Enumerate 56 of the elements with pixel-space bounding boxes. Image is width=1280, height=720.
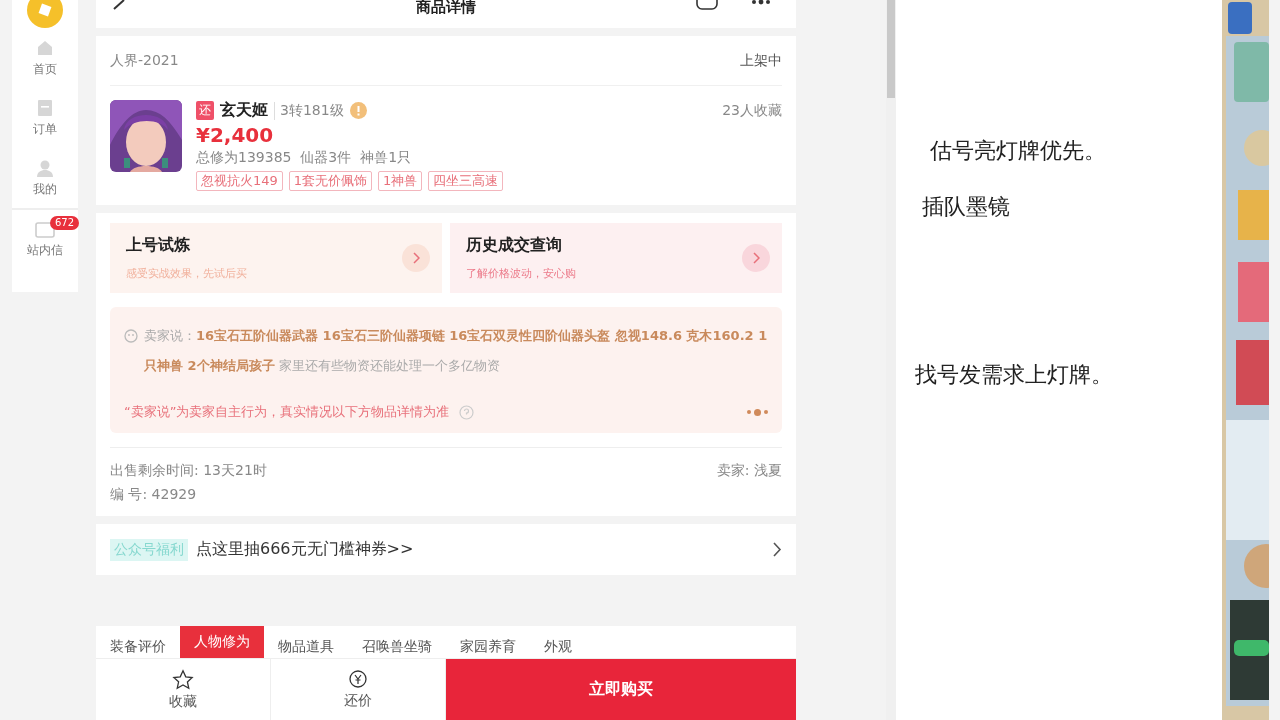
shortcut-title: 历史成交查询 (466, 235, 563, 256)
promo-tag: 公众号福利 (110, 538, 188, 561)
page-dot[interactable] (754, 408, 761, 416)
document-icon (37, 98, 53, 117)
home-icon (36, 38, 54, 57)
remaining-time: 出售剩余时间: 13天21时 (110, 462, 267, 480)
note-text: 估号亮灯牌优先。 (929, 137, 1107, 165)
category-tab[interactable]: 外观 (530, 636, 586, 658)
shortcut-title: 上号试炼 (126, 235, 191, 256)
count-badge: 672 (50, 216, 80, 230)
sidebar-item[interactable]: 首页 (12, 28, 78, 88)
note-text: 插队墨镜 (921, 193, 1011, 221)
server-name: 人界-2021 (110, 51, 179, 70)
character-name: 玄天姬 (220, 100, 268, 121)
character-level: 3转181级 (274, 101, 344, 120)
page-dot[interactable] (747, 410, 751, 414)
shortcut-card[interactable]: 上号试炼 感受实战效果，先试后买 (110, 223, 442, 293)
logo-icon[interactable] (25, 0, 65, 28)
disclaimer-text: “卖家说”为卖家自主行为，真实情况以下方物品详情为准 (124, 403, 450, 421)
return-tag: 还 (196, 101, 214, 120)
category-tab[interactable]: 人物修为 (180, 626, 264, 658)
sidebar-item[interactable]: 我的 (12, 148, 78, 208)
listing-status: 上架中 (740, 51, 782, 70)
category-tab[interactable]: 召唤兽坐骑 (348, 636, 446, 658)
favorite-count: 23人收藏 (722, 101, 782, 120)
feature-tag: 忽视抗火149 (196, 171, 283, 191)
serial-number: 编 号: 42929 (110, 486, 198, 504)
note-text: 找号发需求上灯牌。 (914, 361, 1114, 389)
user-icon (36, 158, 54, 177)
help-icon[interactable] (459, 404, 475, 420)
buy-now-button[interactable]: 立即购买 (446, 659, 796, 720)
promo-text: 点这里抽666元无门槛神券>> (196, 539, 415, 560)
yen-icon (348, 669, 368, 690)
back-icon[interactable] (112, 0, 126, 10)
seller-name[interactable]: 卖家: 浅夏 (716, 462, 782, 480)
price: ¥2,400 (196, 123, 275, 147)
chevron-icon[interactable] (773, 542, 782, 557)
chat-icon (124, 329, 138, 343)
share-icon[interactable] (696, 0, 718, 10)
category-tab[interactable]: 家园养育 (446, 636, 530, 658)
star-icon (172, 668, 194, 691)
shortcut-subtitle: 感受实战效果，先试后买 (126, 267, 247, 280)
feature-tag: 1套无价佩饰 (288, 171, 373, 191)
sidebar-item[interactable]: 订单 (12, 88, 78, 148)
character-summary: 总修为139385 仙器3件 神兽1只 (196, 149, 413, 167)
shortcut-subtitle: 了解价格波动，安心购 (466, 267, 576, 280)
category-tab[interactable]: 物品道具 (264, 636, 348, 658)
info-icon[interactable] (349, 102, 367, 119)
shortcut-card[interactable]: 历史成交查询 了解价格波动，安心购 (450, 223, 782, 293)
more-icon[interactable] (750, 0, 772, 6)
feature-tag: 四坐三高速 (428, 171, 504, 191)
page-dot[interactable] (764, 410, 768, 414)
sidebar-item[interactable]: 站内信 672 (12, 210, 78, 270)
feature-tag: 1神兽 (378, 171, 423, 191)
promo-banner[interactable]: 公众号福利 点这里抽666元无门槛神券>> (96, 524, 796, 575)
category-tab[interactable]: 装备评价 (110, 636, 180, 658)
